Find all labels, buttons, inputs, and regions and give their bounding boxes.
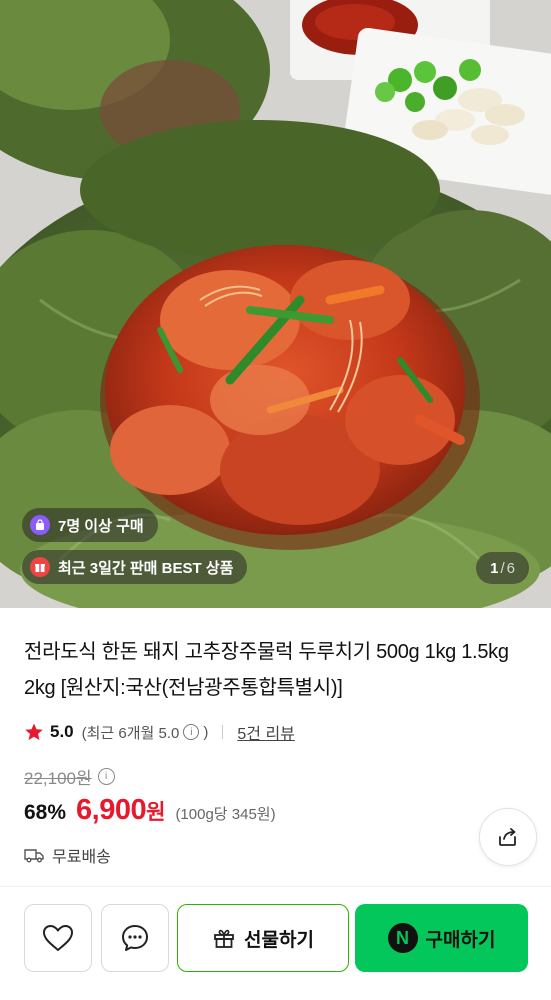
rating-score: 5.0 bbox=[50, 722, 74, 741]
truck-icon bbox=[24, 849, 44, 863]
info-icon[interactable]: i bbox=[183, 724, 200, 740]
recent-rating-text: (최근 6개월 5.0 bbox=[81, 724, 180, 742]
shipping-label: 무료배송 bbox=[52, 849, 111, 866]
purchase-count-badge: 7명 이상 구매 bbox=[22, 508, 158, 542]
share-icon bbox=[499, 828, 516, 846]
product-title: 전라도식 한돈 돼지 고추장주물럭 두루치기 500g 1kg 1.5kg 2k… bbox=[24, 641, 509, 699]
reviews-link[interactable]: 5건 리뷰 bbox=[237, 720, 295, 744]
bottom-action-bar: 선물하기 N 구매하기 bbox=[0, 886, 551, 1000]
product-image[interactable]: 7명 이상 구매 최근 3일간 판매 BEST 상품 1 / 6 bbox=[0, 0, 551, 608]
image-counter-total: 6 bbox=[506, 559, 515, 577]
image-counter-current: 1 bbox=[490, 559, 499, 577]
gift-button[interactable]: 선물하기 bbox=[177, 904, 349, 972]
unit-price: (100g당 345원) bbox=[175, 806, 276, 823]
gift-box-icon bbox=[30, 557, 50, 577]
naver-n-icon: N bbox=[387, 923, 418, 953]
shipping-row: 무료배송 bbox=[24, 843, 111, 867]
star-icon bbox=[25, 723, 43, 741]
wishlist-button[interactable] bbox=[24, 904, 92, 972]
recent-rating: (최근 6개월 5.0 i ) bbox=[82, 722, 209, 743]
buy-button-label: 구매하기 bbox=[425, 929, 496, 951]
best-seller-label: 최근 3일간 판매 BEST 상품 bbox=[58, 559, 234, 577]
original-price: 22,100원 bbox=[24, 769, 92, 788]
heart-icon bbox=[43, 925, 73, 951]
purchase-count-label: 7명 이상 구매 bbox=[58, 517, 144, 535]
share-button[interactable] bbox=[479, 808, 537, 866]
original-price-row: 22,100원 i bbox=[24, 764, 115, 789]
image-counter: 1 / 6 bbox=[476, 552, 529, 584]
sale-price: 6,900 bbox=[76, 794, 147, 826]
chat-bubble-icon bbox=[122, 925, 148, 951]
gift-button-label: 선물하기 bbox=[244, 929, 314, 951]
inquiry-button[interactable] bbox=[101, 904, 169, 972]
buy-button[interactable]: N 구매하기 bbox=[355, 904, 528, 972]
image-counter-separator: / bbox=[500, 559, 505, 577]
discount-rate: 68% bbox=[24, 801, 67, 824]
gift-icon bbox=[214, 929, 234, 948]
price-row: 68% 6,900 원 (100g당 345원) bbox=[24, 794, 276, 830]
price-info-icon[interactable]: i bbox=[97, 768, 115, 785]
divider bbox=[222, 725, 224, 739]
best-seller-badge: 최근 3일간 판매 BEST 상품 bbox=[22, 550, 248, 584]
rating-row: 5.0 (최근 6개월 5.0 i ) 5건 리뷰 bbox=[24, 720, 295, 744]
shopping-bag-icon bbox=[30, 515, 50, 535]
recent-rating-close: ) bbox=[203, 723, 209, 741]
sale-price-unit: 원 bbox=[146, 801, 166, 824]
